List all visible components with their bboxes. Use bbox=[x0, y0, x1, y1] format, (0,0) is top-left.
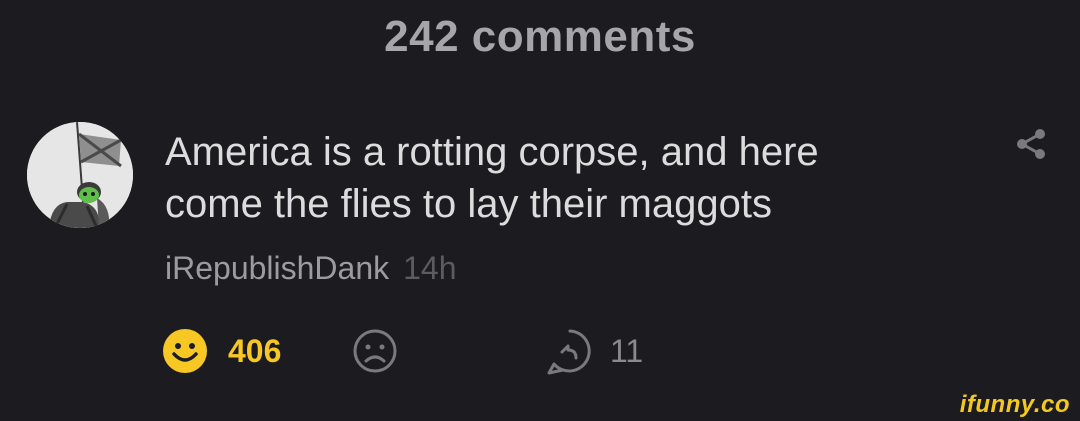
smile-button[interactable] bbox=[162, 328, 208, 374]
avatar-image bbox=[27, 122, 133, 228]
comment-text-line-1: America is a rotting corpse, and here bbox=[165, 130, 819, 174]
comment-actions: 406 11 bbox=[162, 328, 682, 376]
ifunny-watermark: ifunny.co bbox=[959, 391, 1070, 418]
comment-text-line-2: come the flies to lay their maggots bbox=[165, 182, 772, 226]
reply-button[interactable] bbox=[545, 328, 595, 376]
comment-meta: iRepublishDank 14h bbox=[165, 250, 457, 287]
unsmile-button[interactable] bbox=[352, 328, 398, 374]
comments-count-title: 242 comments bbox=[384, 12, 696, 61]
unsmile-icon bbox=[353, 329, 397, 373]
reply-count: 11 bbox=[610, 333, 644, 369]
smile-count: 406 bbox=[228, 333, 282, 369]
smile-icon bbox=[163, 329, 207, 373]
user-avatar[interactable] bbox=[27, 122, 133, 228]
comment-timestamp: 14h bbox=[403, 250, 457, 286]
username-link[interactable]: iRepublishDank bbox=[165, 250, 389, 286]
share-icon[interactable] bbox=[1010, 124, 1050, 164]
comments-screen: 242 comments America is a rotting corpse… bbox=[0, 0, 1080, 421]
comment-text: America is a rotting corpse, and here co… bbox=[165, 126, 965, 230]
reply-icon bbox=[547, 329, 591, 375]
